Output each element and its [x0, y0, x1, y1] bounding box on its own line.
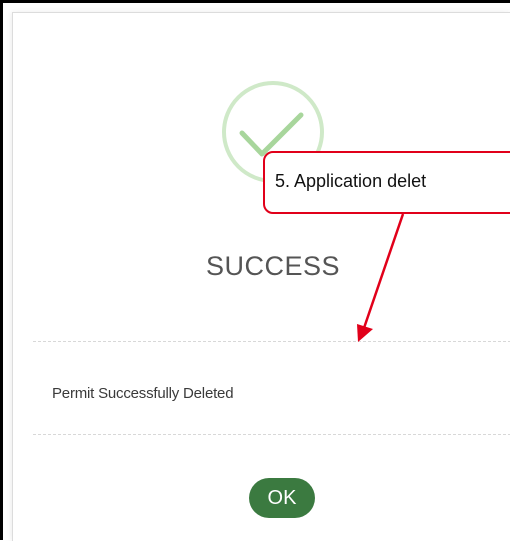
- dialog-message: Permit Successfully Deleted: [52, 385, 234, 402]
- divider-top: [33, 341, 510, 342]
- success-dialog: SUCCESS Permit Successfully Deleted OK: [12, 12, 510, 541]
- dialog-title: SUCCESS: [205, 251, 341, 281]
- ok-button[interactable]: OK: [249, 478, 315, 518]
- annotation-callout: 5. Application delet: [263, 151, 510, 214]
- divider-bottom: [33, 434, 510, 435]
